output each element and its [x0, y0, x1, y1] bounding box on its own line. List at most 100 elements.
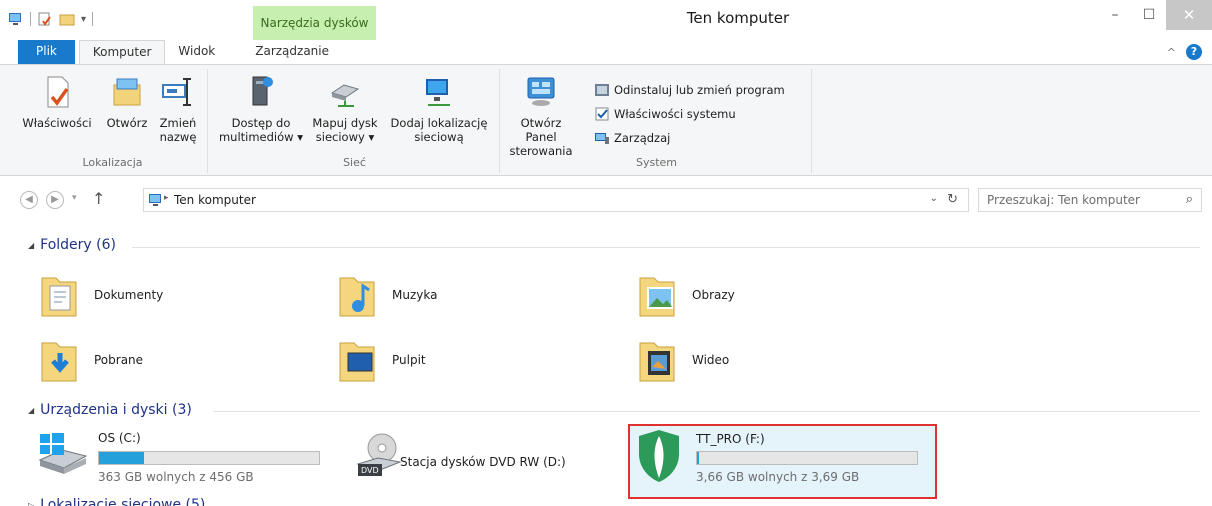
drive-f[interactable]: TT_PRO (F:) 3,66 GB wolnych z 3,69 GB — [636, 428, 928, 488]
breadcrumb-current[interactable]: Ten komputer — [174, 193, 256, 207]
maximize-button[interactable]: ☐ — [1132, 0, 1166, 30]
search-placeholder: Przeszukaj: Ten komputer — [987, 193, 1140, 207]
uninstall-program-button[interactable]: Odinstaluj lub zmień program — [594, 83, 785, 97]
up-arrow-icon[interactable]: ↑ — [92, 189, 105, 208]
tab-view[interactable]: Widok — [165, 40, 228, 65]
system-properties-button[interactable]: Właściwości systemu — [594, 107, 736, 121]
open-label: Otwórz — [106, 116, 148, 130]
minimize-button[interactable]: – — [1098, 0, 1132, 30]
add-location-label-line1: Dodaj lokalizację — [390, 116, 488, 130]
folder-label: Dokumenty — [94, 288, 164, 302]
folder-downloads[interactable]: Pobrane — [40, 337, 143, 383]
folder-label: Pobrane — [94, 353, 144, 367]
tab-manage[interactable]: Zarządzanie — [242, 40, 342, 65]
control-panel-button[interactable]: Otwórz Panel sterowania — [506, 75, 576, 158]
drive-f-capacity-fill — [697, 452, 699, 464]
manage-button[interactable]: Zarządzaj — [594, 131, 670, 145]
new-folder-icon[interactable] — [59, 12, 75, 26]
shield-drive-icon — [639, 430, 679, 482]
manage-label: Zarządzaj — [614, 131, 671, 145]
system-properties-label: Właściwości systemu — [614, 107, 736, 121]
ribbon-tabs: Plik Komputer Widok Zarządzanie — [0, 40, 1212, 65]
drive-c-capacity-fill — [99, 452, 144, 464]
add-network-location-button[interactable]: Dodaj lokalizację sieciową — [386, 75, 492, 144]
folder-videos[interactable]: Wideo — [638, 337, 729, 383]
address-dropdown-icon[interactable]: ⌄ — [930, 193, 938, 204]
section-folders-title: Foldery (6) — [40, 237, 116, 253]
folder-pictures[interactable]: Obrazy — [638, 272, 735, 318]
customize-toolbar-icon[interactable]: ▾ — [81, 14, 86, 25]
window-controls: – ☐ ✕ — [1098, 0, 1212, 30]
refresh-icon[interactable]: ↻ — [947, 192, 958, 207]
group-network: Dostęp do multimediów ▾ Mapuj dysk sieci… — [210, 69, 500, 173]
properties-button[interactable]: Właściwości — [22, 75, 92, 130]
toolbar-separator — [30, 12, 31, 26]
pictures-folder-icon — [639, 277, 675, 317]
downloads-folder-icon — [41, 342, 77, 382]
drive-d[interactable]: DVD Stacja dysków DVD RW (D:) — [356, 428, 596, 488]
forward-button[interactable]: ▶ — [46, 191, 64, 209]
open-icon — [113, 78, 141, 106]
folder-label: Muzyka — [392, 288, 438, 302]
rename-button[interactable]: Zmień nazwę — [154, 75, 202, 144]
help-icon[interactable]: ? — [1186, 44, 1202, 60]
folder-music[interactable]: Muzyka — [338, 272, 437, 318]
search-box[interactable]: Przeszukaj: Ten komputer ⌕ — [978, 188, 1202, 212]
windows-drive-icon — [38, 433, 88, 474]
properties-icon[interactable] — [37, 12, 53, 26]
dvd-drive-icon: DVD — [356, 433, 402, 476]
uninstall-label: Odinstaluj lub zmień program — [614, 83, 785, 97]
title-bar: ▾ Narzędzia dysków Ten komputer – ☐ ✕ — [0, 0, 1212, 40]
recent-locations-icon[interactable]: ▾ — [72, 193, 77, 203]
computer-management-icon — [595, 133, 609, 144]
ribbon-right-controls: ^ ? — [1167, 44, 1202, 60]
desktop-folder-icon — [339, 342, 375, 382]
section-devices-title: Urządzenia i dyski (3) — [40, 402, 192, 418]
map-drive-label-line2: sieciowy ▾ — [315, 130, 375, 144]
section-devices-header[interactable]: ◢ Urządzenia i dyski (3) — [28, 402, 192, 418]
folder-label: Wideo — [692, 353, 730, 367]
address-bar[interactable]: ▸ Ten komputer ⌄ ↻ — [143, 188, 969, 212]
properties-label: Właściwości — [22, 116, 92, 130]
computer-icon — [149, 194, 161, 206]
section-network-header[interactable]: ▷ Lokalizacje sieciowe (5) — [28, 497, 205, 506]
close-button[interactable]: ✕ — [1166, 0, 1212, 30]
properties-icon — [47, 76, 69, 108]
group-location: Właściwości Otwórz Zmień nazwę Lokalizac… — [18, 69, 208, 173]
drive-f-free-space: 3,66 GB wolnych z 3,69 GB — [696, 470, 860, 484]
system-properties-icon — [595, 107, 609, 121]
uninstall-icon — [595, 84, 609, 96]
add-location-label-line2: sieciową — [414, 130, 464, 144]
tab-computer[interactable]: Komputer — [78, 40, 166, 65]
section-divider — [132, 247, 1200, 248]
tab-file[interactable]: Plik — [18, 40, 75, 65]
open-button[interactable]: Otwórz — [104, 75, 150, 130]
control-panel-label-line1: Otwórz Panel — [520, 116, 562, 144]
network-location-icon — [426, 79, 450, 106]
drive-c-name: OS (C:) — [98, 431, 141, 445]
section-folders-header[interactable]: ◢ Foldery (6) — [28, 237, 116, 253]
expand-triangle-icon[interactable]: ▷ — [28, 501, 34, 506]
map-network-drive-button[interactable]: Mapuj dysk sieciowy ▾ — [310, 75, 380, 144]
folder-documents[interactable]: Dokumenty — [40, 272, 163, 318]
search-icon[interactable]: ⌕ — [1186, 192, 1193, 207]
breadcrumb-chevron-icon[interactable]: ▸ — [164, 193, 169, 203]
media-access-button[interactable]: Dostęp do multimediów ▾ — [216, 75, 306, 144]
folder-desktop[interactable]: Pulpit — [338, 337, 426, 383]
collapse-triangle-icon[interactable]: ◢ — [28, 406, 34, 415]
svg-text:DVD: DVD — [361, 466, 379, 475]
group-network-title: Sieć — [343, 156, 366, 169]
window-title: Ten komputer — [686, 9, 790, 27]
back-button[interactable]: ◀ — [20, 191, 38, 209]
map-drive-label-line1: Mapuj dysk — [312, 116, 378, 130]
section-divider — [213, 411, 1200, 412]
ribbon: Właściwości Otwórz Zmień nazwę Lokalizac… — [0, 64, 1212, 176]
toolbar-separator — [92, 12, 94, 26]
collapse-triangle-icon[interactable]: ◢ — [28, 241, 34, 250]
drive-c[interactable]: OS (C:) 363 GB wolnych z 456 GB — [36, 428, 328, 488]
collapse-ribbon-icon[interactable]: ^ — [1167, 46, 1176, 59]
computer-icon[interactable] — [8, 12, 24, 26]
folder-label: Pulpit — [392, 353, 426, 367]
drive-f-capacity-bar — [696, 451, 918, 465]
documents-folder-icon — [41, 277, 77, 317]
